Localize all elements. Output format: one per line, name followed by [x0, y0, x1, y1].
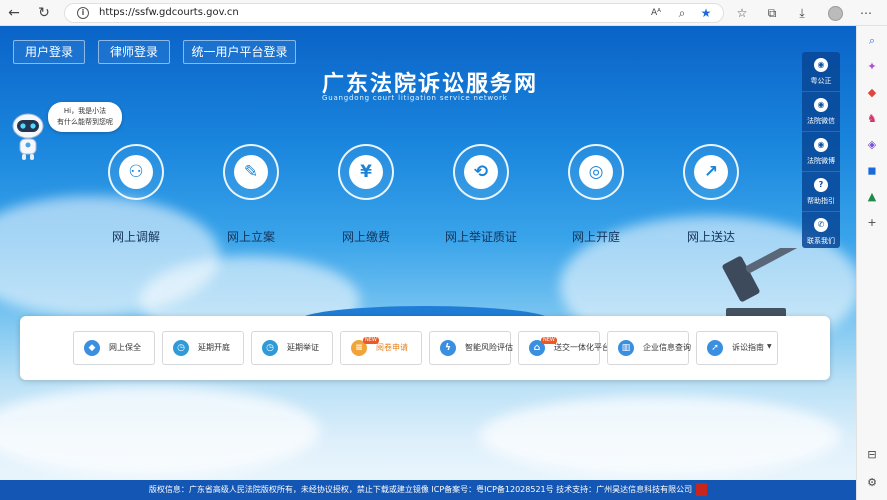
- online-court-icon: ◎: [579, 155, 613, 189]
- assistant-bubble[interactable]: Hi，我是小法 有什么能帮到您呢: [48, 102, 122, 132]
- quick-links-bar: ◆ 网上保全 ◷ 延期开庭 ◷ 延期举证 ≡ NEW 阅卷申请 ϟ 智能风险评估…: [20, 316, 830, 380]
- unified-login-button[interactable]: 统一用户平台登录: [183, 40, 296, 64]
- service-label: 网上开庭: [571, 230, 620, 244]
- outlook-icon[interactable]: ◼: [865, 164, 879, 178]
- side-item-help[interactable]: ? 帮助指引: [802, 172, 840, 212]
- footer: 版权信息：广东省高级人民法院版权所有，未经协议授权，禁止下载或建立镜像 ICP备…: [0, 480, 856, 500]
- bubble-line-2: 有什么能帮到您呢: [57, 118, 113, 126]
- side-item-wechat[interactable]: ◉ 法院微信: [802, 92, 840, 132]
- user-login-button[interactable]: 用户登录: [13, 40, 85, 64]
- url-text: https://ssfw.gdcourts.gov.cn: [99, 7, 239, 18]
- quick-litigation-guide[interactable]: ➚ 诉讼指南 ▼: [696, 331, 778, 365]
- shopping-icon[interactable]: ◆: [865, 86, 879, 100]
- wechat-icon: ◉: [814, 98, 828, 112]
- alarm-clock-icon: ◷: [262, 340, 278, 356]
- side-item-weibo[interactable]: ◉ 法院微博: [802, 132, 840, 172]
- evidence-icon: ⟲: [464, 155, 498, 189]
- tree-icon[interactable]: ▲: [865, 190, 879, 204]
- wechat-icon: ◉: [814, 58, 828, 72]
- service-label: 网上立案: [226, 230, 275, 244]
- side-item-yuegongzheng[interactable]: ◉ 粤公正: [802, 52, 840, 92]
- service-label: 网上举证质证: [444, 230, 517, 244]
- favorite-star-icon[interactable]: ★: [696, 3, 716, 23]
- footer-text: 版权信息：广东省高级人民法院版权所有，未经协议授权，禁止下载或建立镜像 ICP备…: [148, 485, 693, 494]
- mediation-icon: ⚇: [119, 155, 153, 189]
- zoom-icon[interactable]: ⌕: [672, 3, 692, 23]
- weibo-icon: ◉: [814, 138, 828, 152]
- service-evidence[interactable]: ⟲ 网上举证质证: [436, 144, 526, 245]
- lawyer-login-button[interactable]: 律师登录: [98, 40, 170, 64]
- page: 用户登录 律师登录 统一用户平台登录 广东法院诉讼服务网 Guangdong c…: [0, 26, 856, 500]
- delivery-icon: ↗: [694, 155, 728, 189]
- gavel-icon: [722, 248, 810, 318]
- address-bar[interactable]: i https://ssfw.gdcourts.gov.cn: [64, 3, 724, 23]
- police-badge-icon[interactable]: [696, 483, 708, 496]
- favorites-icon[interactable]: ☆: [732, 3, 752, 23]
- more-icon[interactable]: ⋯: [856, 3, 876, 23]
- quick-company-info[interactable]: ▥ 企业信息查询: [607, 331, 691, 365]
- downloads-icon[interactable]: ⤓: [792, 3, 812, 23]
- info-icon[interactable]: i: [77, 7, 89, 19]
- back-icon[interactable]: ←: [4, 3, 24, 23]
- add-icon[interactable]: +: [865, 216, 879, 230]
- sparkle-icon[interactable]: ✦: [865, 60, 879, 74]
- edge-sidebar: ⌕ ✦ ◆ ♞ ◈ ◼ ▲ + ⊟ ⚙: [856, 26, 887, 500]
- chevron-down-icon[interactable]: ▼: [767, 343, 772, 350]
- service-label: 网上调解: [111, 230, 160, 244]
- games-icon[interactable]: ♞: [865, 112, 879, 126]
- browser-toolbar: ← ↻ i https://ssfw.gdcourts.gov.cn Aᴬ ⌕ …: [0, 0, 887, 26]
- service-label: 网上送达: [686, 230, 735, 244]
- quick-postpone-evidence[interactable]: ◷ 延期举证: [251, 331, 333, 365]
- service-delivery[interactable]: ↗ 网上送达: [666, 144, 756, 245]
- profile-icon[interactable]: [825, 3, 845, 23]
- filing-icon: ✎: [234, 155, 268, 189]
- building-icon: ▥: [618, 340, 634, 356]
- side-panel: ◉ 粤公正 ◉ 法院微信 ◉ 法院微博 ? 帮助指引 ✆ 联系我们: [802, 52, 840, 248]
- collections-icon[interactable]: ⧉: [762, 3, 782, 23]
- lightning-icon: ϟ: [440, 340, 456, 356]
- service-filing[interactable]: ✎ 网上立案: [206, 144, 296, 245]
- site-subtitle: Guangdong court litigation service netwo…: [322, 94, 508, 102]
- quick-postpone-hearing[interactable]: ◷ 延期开庭: [162, 331, 244, 365]
- split-screen-icon[interactable]: ⊟: [865, 448, 879, 462]
- bubble-line-1: Hi，我是小法: [63, 107, 107, 115]
- service-mediation[interactable]: ⚇ 网上调解: [91, 144, 181, 245]
- quick-file-review[interactable]: ≡ NEW 阅卷申请: [340, 331, 422, 365]
- service-payment[interactable]: ¥ 网上缴费: [321, 144, 411, 245]
- quick-preservation[interactable]: ◆ 网上保全: [73, 331, 155, 365]
- help-icon: ?: [814, 178, 828, 192]
- service-label: 网上缴费: [341, 230, 390, 244]
- search-icon[interactable]: ⌕: [865, 34, 879, 48]
- service-online-court[interactable]: ◎ 网上开庭: [551, 144, 641, 245]
- shield-icon: ◆: [84, 340, 100, 356]
- phone-icon: ✆: [814, 218, 828, 232]
- read-aloud-icon[interactable]: Aᴬ: [646, 3, 666, 23]
- settings-icon[interactable]: ⚙: [865, 476, 879, 490]
- side-item-contact[interactable]: ✆ 联系我们: [802, 212, 840, 252]
- quick-delivery-platform[interactable]: ⌂ NEW 送交一体化平台: [518, 331, 610, 365]
- microsoft365-icon[interactable]: ◈: [865, 138, 879, 152]
- refresh-icon[interactable]: ↻: [34, 3, 54, 23]
- alarm-clock-icon: ◷: [173, 340, 189, 356]
- payment-icon: ¥: [349, 155, 383, 189]
- compass-icon: ➚: [707, 340, 723, 356]
- quick-risk-assessment[interactable]: ϟ 智能风险评估: [429, 331, 513, 365]
- robot-assistant-icon[interactable]: [10, 112, 46, 162]
